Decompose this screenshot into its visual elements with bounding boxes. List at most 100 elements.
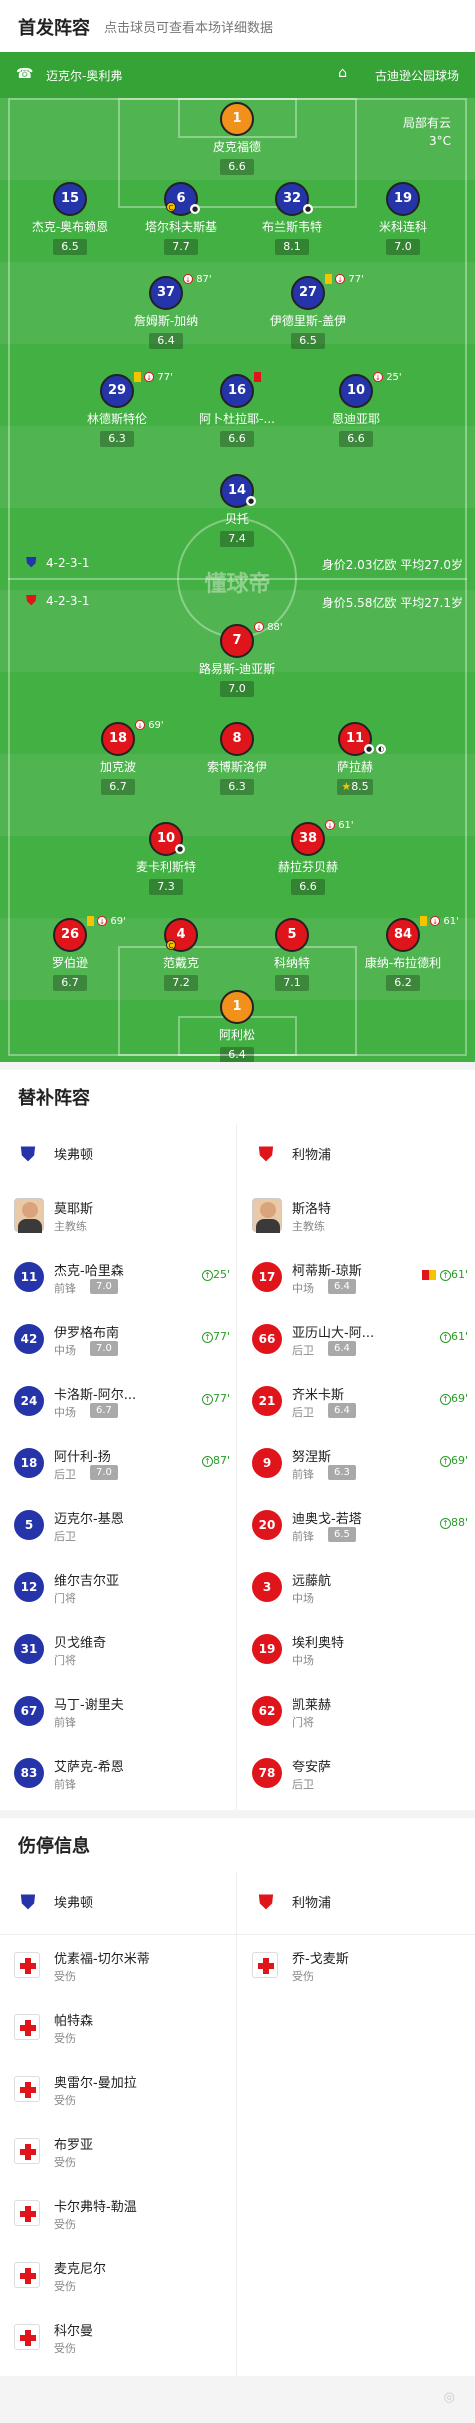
player-name: 帕特森 xyxy=(54,2014,94,2029)
sub-minute: 25' xyxy=(386,372,402,383)
player-marker[interactable]: 26 ↓ 69' 罗伯逊 6.7 xyxy=(15,916,126,991)
player-marker[interactable]: 1 阿利松 6.4 xyxy=(182,990,292,1062)
yellow-card-icon xyxy=(420,916,427,926)
sub-row[interactable]: 20 迪奥戈-若塔 前锋 6.5 ↑ 88' xyxy=(238,1496,474,1558)
sub-row[interactable]: 24 卡洛斯-阿尔... 中场 6.7 ↑ 77' xyxy=(0,1372,236,1434)
player-marker[interactable]: 15 杰克-奥布赖恩 6.5 xyxy=(15,182,125,255)
player-name: 阿卜杜拉耶-... xyxy=(199,412,275,426)
sub-in-time: ↑ 61' xyxy=(439,1330,468,1343)
sub-row[interactable]: 3 远藤航 中场 xyxy=(238,1558,474,1620)
player-marker[interactable]: 84 ↓ 61' 康纳-布拉德利 6.2 xyxy=(348,916,459,991)
player-marker[interactable]: 4 C 范戴克 7.2 xyxy=(126,918,236,991)
player-name: 维尔吉尔亚 xyxy=(54,1574,120,1589)
player-rating: 7.7 xyxy=(164,239,198,255)
pitch-topbar: ☎ 迈克尔-奥利弗 ⌂ 古迪逊公园球场 xyxy=(0,52,475,98)
player-marker[interactable]: 19 米科连科 7.0 xyxy=(348,182,458,255)
sub-minute: 69' xyxy=(148,720,164,731)
player-marker[interactable]: 32 ● 布兰斯韦特 8.1 xyxy=(237,182,347,255)
everton-crest-icon: ⛊ xyxy=(20,1142,36,1166)
player-marker[interactable]: 1 皮克福德 6.6 xyxy=(182,102,292,175)
shirt-number: 18 xyxy=(101,722,135,756)
sub-out-icon: ↓ xyxy=(97,916,108,926)
player-marker[interactable]: 18 ↓ 69' 加克波 6.7 xyxy=(63,720,173,795)
player-marker[interactable]: 5 科纳特 7.1 xyxy=(237,918,347,991)
injury-icon xyxy=(14,2014,40,2040)
pitch: ☎ 迈克尔-奥利弗 ⌂ 古迪逊公园球场 局部有云 3°C ⛊ 4-2-3-1 身… xyxy=(0,52,475,1062)
player-marker[interactable]: 7 ↓ 88' 路易斯-迪亚斯 7.0 xyxy=(182,622,292,697)
sub-row[interactable]: 78 夸安萨 后卫 xyxy=(238,1744,474,1806)
sub-row[interactable]: 19 埃利奥特 中场 xyxy=(238,1620,474,1682)
shirt-number: 15 xyxy=(53,182,87,216)
player-position: 后卫 xyxy=(292,1406,314,1419)
sub-event: ↓ 87' xyxy=(183,274,212,285)
injury-row[interactable]: 科尔曼 受伤 xyxy=(0,2308,236,2370)
player-name: 科纳特 xyxy=(273,956,310,970)
player-marker[interactable]: 10 ↓ 25' 恩迪亚耶 6.6 xyxy=(301,372,411,447)
player-position: 前锋 xyxy=(292,1530,314,1543)
coach-avatar xyxy=(252,1198,282,1233)
injury-row[interactable]: 麦克尼尔 受伤 xyxy=(0,2246,236,2308)
injury-row[interactable]: 奥雷尔-曼加拉 受伤 xyxy=(0,2060,236,2122)
coach-name: 斯洛特 xyxy=(292,1202,332,1217)
player-name: 詹姆斯-加纳 xyxy=(133,314,199,328)
sub-row[interactable]: 12 维尔吉尔亚 门将 xyxy=(0,1558,236,1620)
player-name: 林德斯特伦 xyxy=(86,412,147,426)
player-position: 后卫 xyxy=(292,1344,314,1357)
player-marker[interactable]: 37 ↓ 87' 詹姆斯-加纳 6.4 xyxy=(111,274,221,349)
coach-role: 主教练 xyxy=(292,1220,325,1233)
injury-status: 受伤 xyxy=(292,1970,314,1983)
sub-row[interactable]: 9 努涅斯 前锋 6.3 ↑ 69' xyxy=(238,1434,474,1496)
player-marker[interactable]: 27 ↓ 77' 伊德里斯-盖伊 6.5 xyxy=(253,274,364,349)
sub-row[interactable]: 67 马丁-谢里夫 前锋 xyxy=(0,1682,236,1744)
injury-row[interactable]: 优素福-切尔米蒂 受伤 xyxy=(0,1936,236,1998)
player-rating: 6.4 xyxy=(220,1047,254,1062)
injury-row[interactable]: 乔-戈麦斯 受伤 xyxy=(238,1936,474,1998)
player-name: 布罗亚 xyxy=(54,2138,94,2153)
player-name: 乔-戈麦斯 xyxy=(292,1952,349,1967)
captain-icon: C xyxy=(166,940,176,950)
player-marker[interactable]: 6 C ● 塔尔科夫斯基 7.7 xyxy=(126,182,236,255)
player-marker[interactable]: 14 ● 贝托 7.4 xyxy=(182,474,292,547)
sub-row[interactable]: 31 贝戈维奇 门将 xyxy=(0,1620,236,1682)
sub-minute: 61' xyxy=(450,1268,468,1281)
player-marker[interactable]: 10 ● 麦卡利斯特 7.3 xyxy=(111,822,221,895)
injury-row[interactable]: 布罗亚 受伤 xyxy=(0,2122,236,2184)
player-rating: 7.2 xyxy=(164,975,198,991)
sub-row[interactable]: 62 凯莱赫 门将 xyxy=(238,1682,474,1744)
player-name: 路易斯-迪亚斯 xyxy=(198,662,276,676)
player-rating: 6.4 xyxy=(328,1341,356,1356)
sub-minute: 69' xyxy=(450,1454,468,1467)
injury-row[interactable]: 帕特森 受伤 xyxy=(0,1998,236,2060)
player-marker[interactable]: 38 ↓ 61' 赫拉芬贝赫 6.6 xyxy=(253,820,363,895)
player-marker[interactable]: 8 索博斯洛伊 6.3 xyxy=(182,722,292,795)
sub-row[interactable]: 21 齐米卡斯 后卫 6.4 ↑ 69' xyxy=(238,1372,474,1434)
goal-ball-icon: ● xyxy=(303,204,313,214)
shirt-number: 16 xyxy=(220,374,254,408)
lineup-header: 首发阵容 点击球员可查看本场详细数据 xyxy=(0,0,475,52)
sub-event: ↓ 77' xyxy=(325,274,364,285)
player-position: 门将 xyxy=(54,1592,76,1605)
team-row: ⛊ 埃弗顿 xyxy=(0,1124,236,1186)
shirt-number: 24 xyxy=(14,1386,44,1416)
sub-row[interactable]: 18 阿什利-扬 后卫 7.0 ↑ 87' xyxy=(0,1434,236,1496)
sub-row[interactable]: 5 迈克尔-基恩 后卫 xyxy=(0,1496,236,1558)
weather: 局部有云 3°C xyxy=(403,114,451,150)
player-rating: 6.6 xyxy=(339,431,373,447)
sub-minute: 61' xyxy=(443,916,459,927)
player-rating: 6.5 xyxy=(53,239,87,255)
injury-row[interactable]: 卡尔弗特-勒温 受伤 xyxy=(0,2184,236,2246)
sub-row[interactable]: 42 伊罗格布南 中场 7.0 ↑ 77' xyxy=(0,1310,236,1372)
player-marker[interactable]: 11 ● ◐ 萨拉赫 ★8.5 xyxy=(300,722,410,795)
sub-row[interactable]: 66 亚历山大-阿... 后卫 6.4 ↑ 61' xyxy=(238,1310,474,1372)
red-card-icon xyxy=(422,1270,430,1280)
sub-row[interactable]: 83 艾萨克-希恩 前锋 xyxy=(0,1744,236,1806)
sub-row[interactable]: 11 杰克-哈里森 前锋 7.0 ↑ 25' xyxy=(0,1248,236,1310)
sub-out-icon: ↓ xyxy=(254,622,264,632)
player-marker[interactable]: 16 阿卜杜拉耶-... 6.6 xyxy=(182,372,292,447)
referee-name: 迈克尔-奥利弗 xyxy=(46,69,123,83)
coach-row[interactable]: 斯洛特 主教练 xyxy=(238,1186,474,1248)
player-marker[interactable]: 29 ↓ 77' 林德斯特伦 6.3 xyxy=(62,372,173,447)
liverpool-crest-icon: ⛊ xyxy=(258,1142,274,1166)
sub-row[interactable]: 17 柯蒂斯-琼斯 中场 6.4 ↑ 61' xyxy=(238,1248,474,1310)
coach-row[interactable]: 莫耶斯 主教练 xyxy=(0,1186,236,1248)
